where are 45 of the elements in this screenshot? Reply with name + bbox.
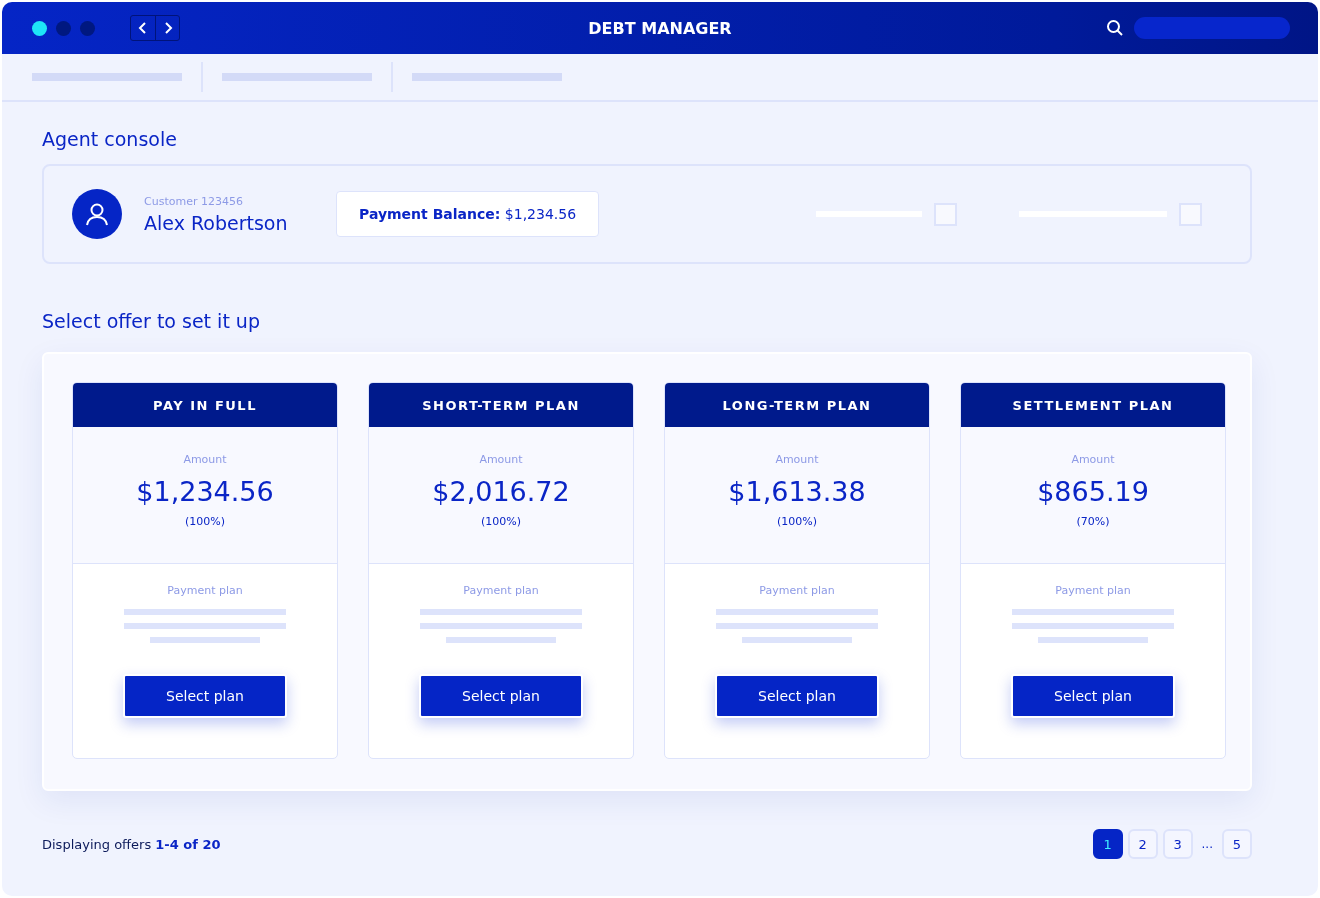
- payment-plan-label: Payment plan: [1055, 584, 1131, 597]
- offers-count: Displaying offers 1-4 of 20: [42, 836, 221, 852]
- payment-plan-label: Payment plan: [167, 584, 243, 597]
- amount-percent: (70%): [1076, 515, 1110, 528]
- select-plan-button[interactable]: Select plan: [1011, 674, 1175, 718]
- page-ellipsis: ...: [1200, 837, 1214, 851]
- offer-title: SHORT-TERM PLAN: [369, 383, 633, 427]
- select-plan-button[interactable]: Select plan: [123, 674, 287, 718]
- customer-id: Customer 123456: [144, 194, 244, 208]
- payment-balance: Payment Balance: $1,234.56: [336, 191, 600, 237]
- page-title: Agent console: [42, 128, 178, 150]
- amount-label: Amount: [479, 453, 523, 466]
- page-button[interactable]: 3: [1162, 829, 1193, 859]
- search-icon[interactable]: [1106, 19, 1124, 37]
- amount-label: Amount: [775, 453, 819, 466]
- user-icon: [84, 201, 110, 227]
- offer-title: LONG-TERM PLAN: [665, 383, 929, 427]
- payment-plan-label: Payment plan: [463, 584, 539, 597]
- search-field[interactable]: [1134, 17, 1290, 39]
- page-button[interactable]: 2: [1127, 829, 1158, 859]
- amount-value: $865.19: [1037, 476, 1149, 507]
- window-dot[interactable]: [32, 20, 47, 36]
- amount-label: Amount: [1071, 453, 1115, 466]
- customer-name: Alex Robertson: [144, 211, 289, 234]
- offer-title: SETTLEMENT PLAN: [961, 383, 1225, 427]
- window-dot[interactable]: [56, 20, 71, 36]
- chevron-left-icon: [137, 21, 149, 35]
- section-title: Select offer to set it up: [42, 310, 261, 332]
- amount-value: $2,016.72: [432, 476, 570, 507]
- select-plan-button[interactable]: Select plan: [419, 674, 583, 718]
- window-dot[interactable]: [80, 20, 95, 36]
- amount-percent: (100%): [481, 515, 521, 528]
- amount-percent: (100%): [185, 515, 225, 528]
- page-button[interactable]: 5: [1222, 829, 1252, 859]
- amount-label: Amount: [183, 453, 227, 466]
- page-button[interactable]: 1: [1092, 829, 1123, 859]
- select-plan-button[interactable]: Select plan: [715, 674, 879, 718]
- amount-percent: (100%): [777, 515, 817, 528]
- amount-value: $1,234.56: [136, 476, 274, 507]
- window-title: DEBT MANAGER: [588, 18, 732, 38]
- offer-title: PAY IN FULL: [73, 383, 337, 427]
- checkbox[interactable]: [1179, 202, 1202, 226]
- payment-plan-label: Payment plan: [759, 584, 835, 597]
- amount-value: $1,613.38: [728, 476, 866, 507]
- checkbox[interactable]: [934, 202, 957, 226]
